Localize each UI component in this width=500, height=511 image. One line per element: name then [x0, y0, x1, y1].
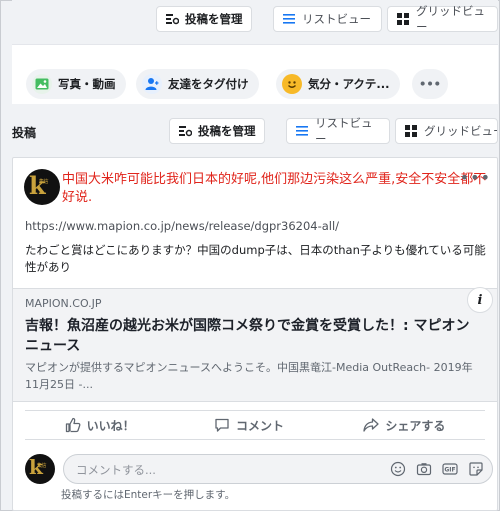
- manage-posts-button-2[interactable]: 投稿を管理: [169, 118, 265, 144]
- manage-posts-button[interactable]: 投稿を管理: [156, 6, 252, 32]
- post-header-text: 中国大米咋可能比我们日本的好呢,他们那边污染这么严重,安全不安全都不好说.: [62, 172, 487, 205]
- tag-friends-icon: [142, 74, 162, 94]
- share-button[interactable]: シェアする: [363, 417, 445, 434]
- posts-header: 投稿 投稿を管理 リストビュー グリッドビュー: [12, 115, 498, 147]
- comment-hint: 投稿するにはEnterキーを押します。: [61, 489, 236, 501]
- manage-posts-label: 投稿を管理: [198, 124, 256, 138]
- more-options-button[interactable]: •••: [412, 69, 448, 99]
- author-avatar[interactable]: k 集信: [24, 169, 60, 205]
- comment-input[interactable]: コメントする... GIF: [63, 454, 493, 484]
- thumbs-up-icon: [65, 417, 81, 433]
- comment-tools: GIF: [390, 461, 484, 477]
- comment-icon: [214, 417, 230, 433]
- post-card: k 集信 中国大米咋可能比我们日本的好呢,他们那边污染这么严重,安全不安全都不好…: [12, 157, 498, 511]
- link-preview-domain: MAPION.CO.JP: [25, 297, 102, 310]
- like-label: いいね！: [86, 418, 135, 433]
- post-options-button[interactable]: •••: [460, 168, 491, 187]
- list-view-label: リストビュー: [302, 12, 371, 26]
- comment-button[interactable]: コメント: [214, 417, 284, 434]
- post-composer: 写真・動画 友達をタグ付け 気分・アクテ... •••: [12, 44, 498, 104]
- tag-friends-button[interactable]: 友達をタグ付け: [136, 69, 259, 99]
- grid-view-icon: [404, 124, 418, 138]
- grid-view-label: グリッドビュー: [416, 4, 485, 34]
- list-view-icon: [295, 124, 309, 138]
- avatar-text: 集信: [39, 179, 49, 185]
- info-label: i: [477, 292, 483, 308]
- posts-title: 投稿: [12, 126, 37, 140]
- comment-placeholder: コメントする...: [76, 463, 156, 477]
- sticker-icon[interactable]: [468, 461, 484, 477]
- feeling-activity-button[interactable]: 気分・アクテ...: [276, 69, 400, 99]
- grid-view-button-2[interactable]: グリッドビュー: [395, 118, 498, 144]
- emoji-icon[interactable]: [390, 461, 406, 477]
- avatar-letter: k: [29, 171, 46, 200]
- manage-posts-icon: [178, 124, 193, 138]
- avatar-text: 集信: [37, 463, 47, 469]
- link-preview[interactable]: MAPION.CO.JP i 吉報！魚沼産の越光お米が国際コメ祭りで金賞を受賞し…: [13, 287, 497, 402]
- list-view-label: リストビュー: [315, 116, 373, 146]
- comment-label: コメント: [235, 418, 284, 433]
- feeling-activity-label: 気分・アクテ...: [308, 77, 390, 91]
- share-icon: [363, 417, 379, 433]
- more-options-label: •••: [418, 77, 442, 91]
- svg-text:GIF: GIF: [444, 467, 455, 474]
- camera-icon[interactable]: [416, 461, 432, 477]
- comment-row: k 集信 コメントする... GIF: [25, 452, 495, 488]
- tag-friends-label: 友達をタグ付け: [168, 77, 249, 91]
- grid-view-label: グリッドビュー: [424, 124, 498, 138]
- link-preview-description: マピオンが提供するマピオンニュースへようこそ。中国黒竜江-Media OutRe…: [25, 361, 473, 391]
- grid-view-button[interactable]: グリッドビュー: [387, 4, 498, 34]
- post-link-url[interactable]: https://www.mapion.co.jp/news/release/dg…: [25, 219, 339, 233]
- photo-icon: [32, 74, 52, 94]
- feeling-icon: [282, 74, 302, 94]
- photo-video-button[interactable]: 写真・動画: [26, 69, 126, 99]
- post-actions-bar: いいね！ コメント シェアする: [25, 410, 485, 440]
- top-toolbar: 投稿を管理 リストビュー グリッドビュー: [12, 0, 498, 40]
- manage-posts-label: 投稿を管理: [185, 12, 243, 26]
- list-view-button[interactable]: リストビュー: [273, 6, 382, 32]
- info-icon[interactable]: i: [467, 287, 493, 313]
- list-view-icon: [282, 12, 296, 26]
- like-button[interactable]: いいね！: [65, 417, 135, 434]
- commenter-avatar: k 集信: [25, 454, 55, 484]
- link-preview-title: 吉報！魚沼産の越光お米が国際コメ祭りで金賞を受賞した！: マピオンニュース: [25, 318, 470, 354]
- photo-video-label: 写真・動画: [58, 77, 116, 91]
- share-label: シェアする: [385, 418, 446, 433]
- gif-icon[interactable]: GIF: [442, 461, 458, 477]
- manage-posts-icon: [165, 12, 180, 26]
- grid-view-icon: [396, 12, 410, 26]
- list-view-button-2[interactable]: リストビュー: [286, 116, 390, 146]
- post-body-text: たわごと賞はどこにありますか？中国のdump子は、日本のthan子よりも優れてい…: [25, 243, 486, 274]
